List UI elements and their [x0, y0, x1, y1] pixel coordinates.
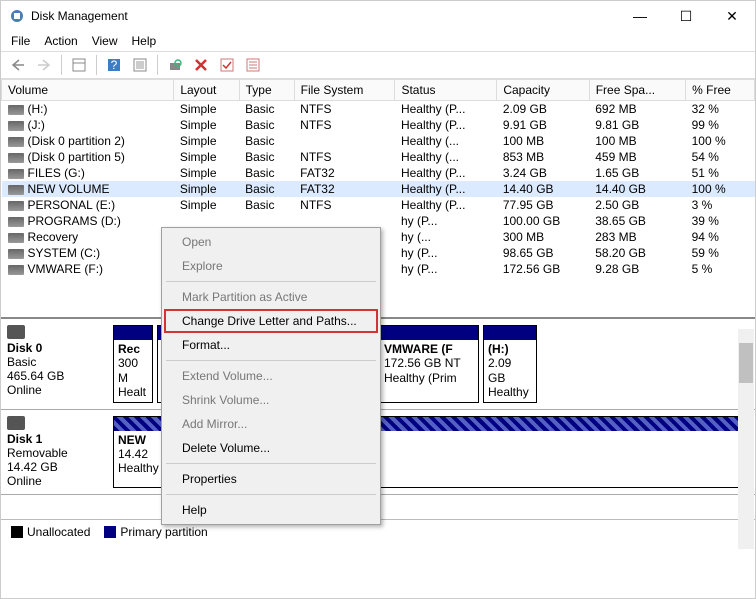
volume-row[interactable]: (Disk 0 partition 5)SimpleBasicNTFSHealt… [2, 149, 755, 165]
check-icon[interactable] [216, 54, 238, 76]
ctx-extend[interactable]: Extend Volume... [164, 364, 378, 388]
column-header[interactable]: Status [395, 80, 497, 101]
disk-icon [7, 325, 25, 339]
close-button[interactable]: ✕ [709, 1, 755, 31]
volume-row[interactable]: NEW VOLUMESimpleBasicFAT32Healthy (P...1… [2, 181, 755, 197]
volume-row[interactable]: (J:)SimpleBasicNTFSHealthy (P...9.91 GB9… [2, 117, 755, 133]
minimize-button[interactable]: — [617, 1, 663, 31]
ctx-mirror[interactable]: Add Mirror... [164, 412, 378, 436]
ctx-shrink[interactable]: Shrink Volume... [164, 388, 378, 412]
svg-text:?: ? [111, 58, 118, 72]
menu-view[interactable]: View [92, 34, 118, 48]
volume-row[interactable]: FILES (G:)SimpleBasicFAT32Healthy (P...3… [2, 165, 755, 181]
ctx-properties[interactable]: Properties [164, 467, 378, 491]
window-title: Disk Management [31, 9, 617, 23]
column-header[interactable]: % Free [686, 80, 755, 101]
back-button[interactable] [7, 54, 29, 76]
refresh-icon[interactable] [164, 54, 186, 76]
ctx-open[interactable]: Open [164, 230, 378, 254]
primary-swatch [104, 526, 116, 538]
menu-help[interactable]: Help [132, 34, 157, 48]
volume-row[interactable]: (Disk 0 partition 2)SimpleBasicHealthy (… [2, 133, 755, 149]
partition[interactable]: VMWARE (F172.56 GB NTHealthy (Prim [379, 325, 479, 403]
settings-icon[interactable] [129, 54, 151, 76]
ctx-format[interactable]: Format... [164, 333, 378, 357]
maximize-button[interactable]: ☐ [663, 1, 709, 31]
column-header[interactable]: Volume [2, 80, 174, 101]
show-hide-button[interactable] [68, 54, 90, 76]
partition[interactable]: Rec300 MHealt [113, 325, 153, 403]
volume-row[interactable]: PERSONAL (E:)SimpleBasicNTFSHealthy (P..… [2, 197, 755, 213]
toolbar: ? [1, 51, 755, 79]
disk-1-info: Disk 1 Removable 14.42 GB Online [7, 416, 107, 488]
titlebar: Disk Management — ☐ ✕ [1, 1, 755, 31]
disk-0-info: Disk 0 Basic 465.64 GB Online [7, 325, 107, 403]
ctx-delete[interactable]: Delete Volume... [164, 436, 378, 460]
ctx-explore[interactable]: Explore [164, 254, 378, 278]
scrollbar[interactable] [738, 329, 754, 549]
column-header[interactable]: Capacity [497, 80, 589, 101]
list-icon[interactable] [242, 54, 264, 76]
context-menu: Open Explore Mark Partition as Active Ch… [161, 227, 381, 525]
column-header[interactable]: Type [239, 80, 294, 101]
ctx-help[interactable]: Help [164, 498, 378, 522]
menu-action[interactable]: Action [44, 34, 77, 48]
unallocated-swatch [11, 526, 23, 538]
delete-icon[interactable] [190, 54, 212, 76]
menu-file[interactable]: File [11, 34, 30, 48]
help-icon[interactable]: ? [103, 54, 125, 76]
ctx-mark-active[interactable]: Mark Partition as Active [164, 285, 378, 309]
menubar: File Action View Help [1, 31, 755, 51]
ctx-change-drive-letter[interactable]: Change Drive Letter and Paths... [164, 309, 378, 333]
column-header[interactable]: Free Spa... [589, 80, 685, 101]
forward-button[interactable] [33, 54, 55, 76]
volume-row[interactable]: (H:)SimpleBasicNTFSHealthy (P...2.09 GB6… [2, 101, 755, 118]
column-header[interactable]: Layout [174, 80, 239, 101]
app-icon [9, 8, 25, 24]
partition[interactable]: (H:)2.09 GBHealthy [483, 325, 537, 403]
disk-icon [7, 416, 25, 430]
column-header[interactable]: File System [294, 80, 395, 101]
